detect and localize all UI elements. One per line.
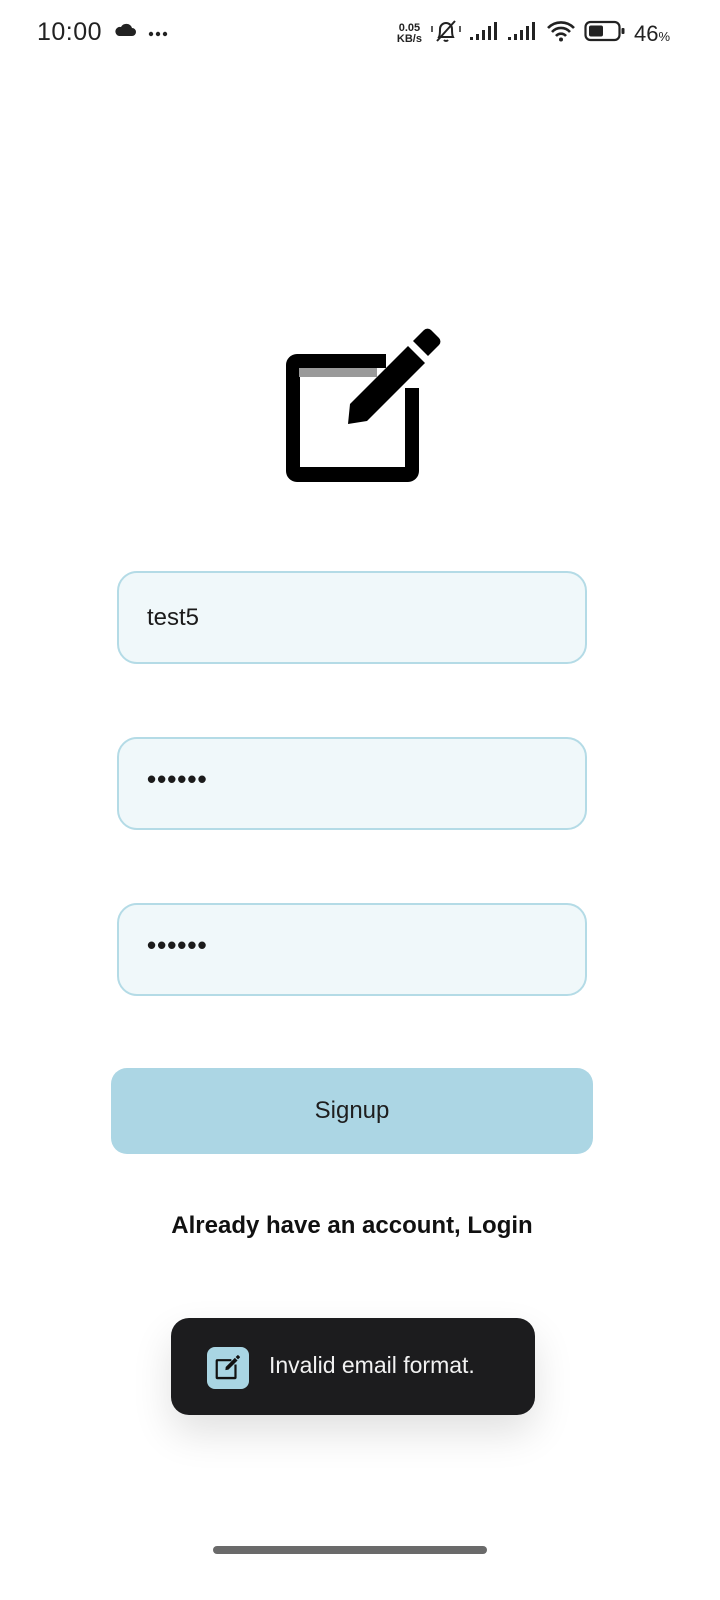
- edit-note-icon: [207, 1347, 249, 1389]
- edit-note-icon: [282, 328, 447, 493]
- username-input[interactable]: test5: [117, 571, 587, 664]
- signal-icon: [469, 21, 500, 46]
- wifi-icon: [546, 20, 576, 47]
- login-link[interactable]: Already have an account, Login: [0, 1212, 704, 1240]
- status-time: 10:00: [37, 18, 103, 46]
- cloud-icon: [114, 23, 137, 42]
- username-value: test5: [147, 603, 200, 631]
- toast: Invalid email format.: [171, 1318, 535, 1415]
- toast-message: Invalid email format.: [269, 1352, 475, 1378]
- battery-icon: [584, 20, 626, 47]
- net-speed-unit: KB/s: [396, 32, 422, 45]
- status-bar: 10:00 0.05 KB/s 46%: [0, 0, 720, 68]
- battery-level: 46: [633, 20, 659, 46]
- home-indicator[interactable]: [213, 1546, 487, 1554]
- battery-unit: %: [658, 28, 670, 44]
- mute-icon: [430, 18, 462, 49]
- password-input[interactable]: ••••••: [117, 737, 587, 830]
- battery-text: 46%: [634, 21, 670, 47]
- net-speed: 0.05 KB/s: [396, 21, 422, 45]
- signal-icon: [507, 21, 538, 46]
- status-left: 10:00: [37, 18, 168, 47]
- more-dots-icon: [148, 24, 168, 42]
- password-value: ••••••: [147, 764, 208, 794]
- signup-button[interactable]: Signup: [111, 1068, 593, 1154]
- status-right: 0.05 KB/s 46%: [397, 18, 670, 49]
- confirm-password-input[interactable]: ••••••: [117, 903, 587, 996]
- net-speed-value: 0.05: [398, 21, 421, 34]
- confirm-password-value: ••••••: [147, 930, 208, 960]
